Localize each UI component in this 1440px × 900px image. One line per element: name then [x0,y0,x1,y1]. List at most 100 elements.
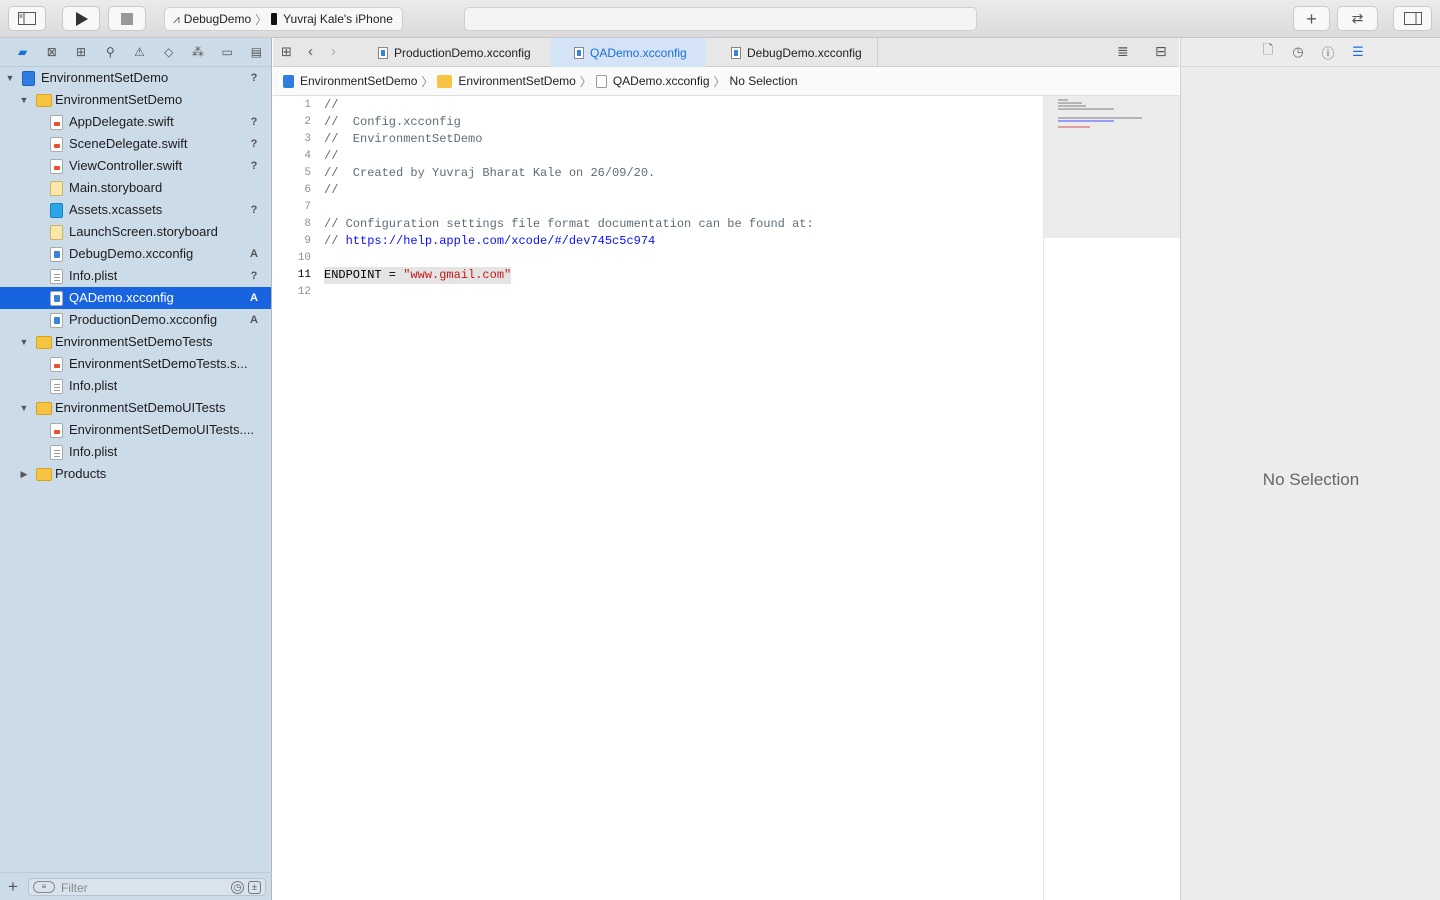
back-button[interactable]: ‹ [308,43,313,60]
add-file-button[interactable]: + [8,877,18,897]
navigator-row[interactable]: ViewController.swift? [0,155,271,177]
jumpbar-group[interactable]: EnvironmentSetDemo [458,74,575,88]
code-line[interactable]: 7 [273,199,1043,216]
navigator-row[interactable]: LaunchScreen.storyboard [0,221,271,243]
line-number: 4 [304,150,311,162]
project-icon [283,74,294,88]
disclosure-open-icon[interactable]: ▼ [18,331,30,353]
navigator-row[interactable]: EnvironmentSetDemoUITests.... [0,419,271,441]
folder-icon: ▰ [17,45,28,59]
find-navigator-tab[interactable]: ⚲ [96,38,125,67]
navigator-row-label: DebugDemo.xcconfig [69,246,194,261]
source-control-filter-icon[interactable]: ± [248,881,261,894]
disclosure-open-icon[interactable]: ▼ [18,397,30,419]
navigator-row-label: EnvironmentSetDemo [55,92,183,107]
code-line[interactable]: 6 // [273,182,1043,199]
stop-button[interactable] [108,6,146,31]
xcconfig-icon [378,46,388,59]
debug-navigator-tab[interactable]: ⁂ [183,38,212,67]
history-inspector-icon[interactable]: ◷ [1287,44,1309,60]
navigator-row[interactable]: Info.plist [0,375,271,397]
run-button[interactable] [62,6,100,31]
navigator-row[interactable]: Info.plist [0,441,271,463]
library-button[interactable]: + [1293,6,1330,31]
scheme-selector[interactable]: ⩘ DebugDemo 〉 Yuvraj Kale's iPhone [164,7,403,31]
minimap[interactable] [1043,96,1180,900]
source-control-status-badge: A [250,292,258,304]
navigator-row[interactable]: AppDelegate.swift? [0,111,271,133]
navigator-row-label: Assets.xcassets [69,202,163,217]
navigator-row[interactable]: ▼ EnvironmentSetDemoTests [0,331,271,353]
source-control-navigator-tab[interactable]: ⊠ [37,38,66,67]
code-line[interactable]: 1 // [273,97,1043,114]
forward-button[interactable]: › [331,43,336,60]
navigator-row[interactable]: DebugDemo.xcconfig A [0,243,271,265]
navigator-row[interactable]: SceneDelegate.swift? [0,133,271,155]
code-line[interactable]: 8 // Configuration settings file format d… [273,216,1043,233]
disclosure-open-icon[interactable]: ▼ [18,89,30,111]
scheme-app-icon: ⩘ [173,11,180,26]
related-items-button[interactable]: ⊞ [281,44,292,60]
inspector-toggle-button[interactable] [1393,6,1432,31]
code-line[interactable]: 9 // https://help.apple.com/xcode/#/dev74… [273,233,1043,250]
file-inspector-icon[interactable]: 🗋 [1257,41,1279,63]
disclosure-open-icon[interactable]: ▼ [4,67,16,89]
code-line[interactable]: 3 // EnvironmentSetDemo [273,131,1043,148]
navigator-row[interactable]: ▼ EnvironmentSetDemoUITests [0,397,271,419]
breakpoint-navigator-tab[interactable]: ▭ [213,38,242,67]
navigator-row[interactable]: Assets.xcassets? [0,199,271,221]
navigator-toggle-button[interactable] [8,6,46,31]
editor-tab-bar: ⊞ ‹ › ProductionDemo.xcconfig QADemo.xcc… [273,38,1179,67]
code-line[interactable]: 4 // [273,148,1043,165]
navigator-row[interactable]: EnvironmentSetDemoTests.s... [0,353,271,375]
tab-debugdemo[interactable]: DebugDemo.xcconfig [706,38,878,67]
iphone-icon [271,13,278,25]
filter-field[interactable]: ≡ ◷ ± [28,878,266,896]
split-editor-button[interactable]: ⊟ [1155,43,1167,60]
navigator-row[interactable]: Info.plist? [0,265,271,287]
disclosure-closed-icon[interactable]: ▶ [18,463,30,485]
sidebar-right-icon [1403,12,1422,25]
jumpbar-file[interactable]: QADemo.xcconfig [613,74,710,88]
navigator-row[interactable]: ProductionDemo.xcconfig A [0,309,271,331]
code-text: // Configuration settings file format do… [324,216,814,233]
quick-help-icon[interactable]: ⓘ [1317,43,1339,62]
source-editor[interactable]: 1 // 2 // Config.xcconfig 3 // EnvironmentSet… [273,96,1043,900]
code-text: ENDPOINT = "www.gmail.com" [324,267,512,284]
code-line[interactable]: 2 // Config.xcconfig [273,114,1043,131]
navigator-row[interactable]: ▼ EnvironmentSetDemo [0,89,271,111]
code-line[interactable]: 10 [273,250,1043,267]
recent-files-icon[interactable]: ◷ [231,881,244,894]
code-line[interactable]: 5 // Created by Yuvraj Bharat Kale on 26/… [273,165,1043,182]
source-control-status-badge: ? [250,270,258,282]
code-line[interactable]: 12 [273,284,1043,301]
navigator-row[interactable]: QADemo.xcconfig A [0,287,271,309]
navigator-row-label: ViewController.swift [69,158,183,173]
editor-options-button[interactable]: ≣ [1117,43,1129,60]
inspector-selector-bar: 🗋 ◷ ⓘ ☰ [1181,38,1440,67]
issue-navigator-tab[interactable]: ⚠ [125,38,154,67]
jumpbar-project[interactable]: EnvironmentSetDemo [300,74,417,88]
test-navigator-tab[interactable]: ◇ [154,38,183,67]
code-link[interactable]: https://help.apple.com/xcode/#/dev745c5c… [346,234,656,248]
code-review-button[interactable]: ⇄ [1337,6,1378,31]
report-navigator-tab[interactable]: ▤ [242,38,271,67]
tab-productiondemo[interactable]: ProductionDemo.xcconfig [358,38,550,67]
symbol-navigator-tab[interactable]: ⊞ [66,38,95,67]
attributes-inspector-icon[interactable]: ☰ [1347,44,1369,60]
jumpbar-symbol[interactable]: No Selection [730,74,798,88]
source-control-status-badge: A [250,248,258,260]
project-navigator-tab[interactable]: ▰ [8,38,37,67]
line-number: 7 [304,201,311,213]
warning-icon: ⚠ [134,45,145,59]
filter-options-icon[interactable]: ≡ [33,881,55,893]
spray-icon: ⁂ [191,45,204,59]
navigator-row[interactable]: ▼ EnvironmentSetDemo? [0,67,271,89]
xcconfig-icon [50,291,63,306]
filter-input[interactable] [61,880,221,895]
navigator-row-label: Info.plist [69,268,118,283]
navigator-row[interactable]: Main.storyboard [0,177,271,199]
tab-qademo[interactable]: QADemo.xcconfig [550,38,706,67]
navigator-row[interactable]: ▶ Products [0,463,271,485]
code-line[interactable]: 11 ENDPOINT = "www.gmail.com" [273,267,1043,284]
